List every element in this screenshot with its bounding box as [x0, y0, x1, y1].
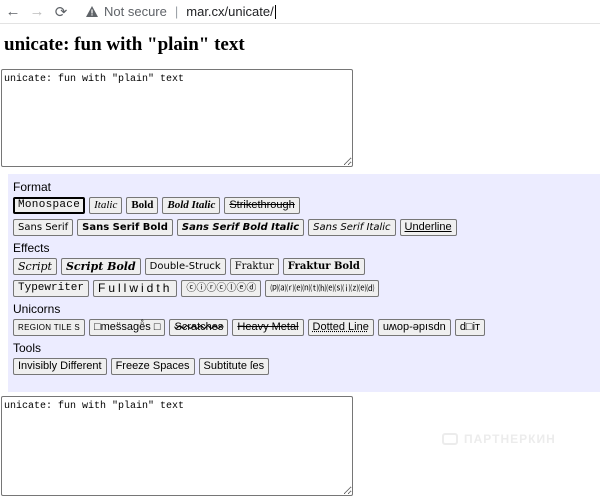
tools-row: Invisibly Different Freeze Spaces Subtit… — [13, 358, 600, 375]
watermark-text: ПАРТНЕРКИН — [464, 432, 556, 446]
url-text[interactable]: mar.cx/unicate/ — [186, 4, 273, 19]
upside-down-button[interactable]: uʍop-ǝpısdn — [377, 319, 451, 336]
parenthesized-button[interactable]: ⒫⒜⒭⒠⒩⒯⒣⒠⒮⒤⒵⒠⒟ — [265, 280, 380, 297]
sans-serif-button[interactable]: Sans Serif — [13, 219, 74, 236]
effects-row-1: Script Script Bold Double-Struck Fraktur… — [13, 258, 600, 275]
section-format-label: Format — [13, 180, 52, 194]
format-row-2: Sans Serif Sans Serif Bold Sans Serif Bo… — [13, 219, 600, 236]
warning-triangle-icon[interactable] — [84, 4, 100, 20]
heavy-metal-button[interactable]: Heavy Metal — [232, 319, 304, 336]
effects-row-2: Typewriter Fullwidth ⓒⓘⓡⓒⓛⓔⓓ ⒫⒜⒭⒠⒩⒯⒣⒠⒮⒤⒵… — [13, 280, 600, 297]
section-unicorns-label: Unicorns — [13, 302, 61, 316]
strikethrough-button[interactable]: Strikethrough — [224, 197, 300, 214]
address-separator: | — [174, 4, 179, 19]
fraktur-button[interactable]: Fraktur — [229, 258, 279, 275]
unicorns-row: REGION TILE S □mes̈sagë̊s □ Scratches He… — [13, 319, 600, 336]
reload-icon[interactable]: ⟳ — [50, 1, 72, 23]
not-secure-label[interactable]: Not secure — [104, 4, 167, 19]
mess-message-button[interactable]: □mes̈sagë̊s □ — [89, 319, 166, 336]
zalgo-button[interactable]: d□іт — [454, 319, 486, 336]
italic-button[interactable]: Italic — [89, 197, 123, 214]
back-arrow-icon[interactable]: ← — [2, 1, 24, 23]
double-struck-button[interactable]: Double-Struck — [144, 258, 226, 275]
monospace-button[interactable]: Monospace — [13, 197, 86, 214]
typewriter-button[interactable]: Typewriter — [13, 280, 90, 297]
controls-panel: Format Monospace Italic Bold Bold Italic… — [8, 174, 600, 392]
invisibly-different-button[interactable]: Invisibly Different — [13, 358, 107, 375]
circled-button[interactable]: ⓒⓘⓡⓒⓛⓔⓓ — [181, 280, 262, 297]
freeze-spaces-button[interactable]: Freeze Spaces — [110, 358, 195, 375]
scratches-button[interactable]: Scratches — [169, 319, 229, 336]
section-effects-label: Effects — [13, 241, 50, 255]
bold-button[interactable]: Bold — [126, 197, 159, 214]
script-button[interactable]: Script — [13, 258, 57, 275]
fullwidth-button[interactable]: Fullwidth — [93, 280, 178, 297]
dotted-line-button[interactable]: Dotted Line — [307, 319, 374, 336]
text-cursor — [274, 4, 276, 19]
page-title: unicate: fun with "plain" text — [4, 34, 245, 55]
address-bar[interactable]: Not secure | mar.cx/unicate/ — [78, 1, 276, 23]
output-textarea[interactable] — [1, 396, 353, 496]
watermark: ПАРТНЕРКИН — [442, 432, 556, 446]
section-tools-label: Tools — [13, 341, 42, 355]
bold-italic-button[interactable]: Bold Italic — [162, 197, 221, 214]
fraktur-bold-button[interactable]: Fraktur Bold — [282, 258, 365, 275]
sans-serif-italic-button[interactable]: Sans Serif Italic — [308, 219, 396, 236]
sans-serif-bold-button[interactable]: Sans Serif Bold — [77, 219, 173, 236]
sans-serif-bold-italic-button[interactable]: Sans Serif Bold Italic — [176, 219, 305, 236]
format-row-1: Monospace Italic Bold Bold Italic Strike… — [13, 197, 600, 214]
substitute-ies-button[interactable]: Subtitute ſes — [198, 358, 270, 375]
input-textarea[interactable] — [1, 69, 353, 167]
script-bold-button[interactable]: Script Bold — [60, 258, 141, 275]
browser-toolbar: ← → ⟳ Not secure | mar.cx/unicate/ — [0, 0, 600, 24]
forward-arrow-icon[interactable]: → — [26, 1, 48, 23]
region-tiles-button[interactable]: REGION TILE S — [13, 319, 85, 336]
watermark-logo-icon — [442, 433, 458, 445]
underline-button[interactable]: Underline — [399, 219, 457, 236]
